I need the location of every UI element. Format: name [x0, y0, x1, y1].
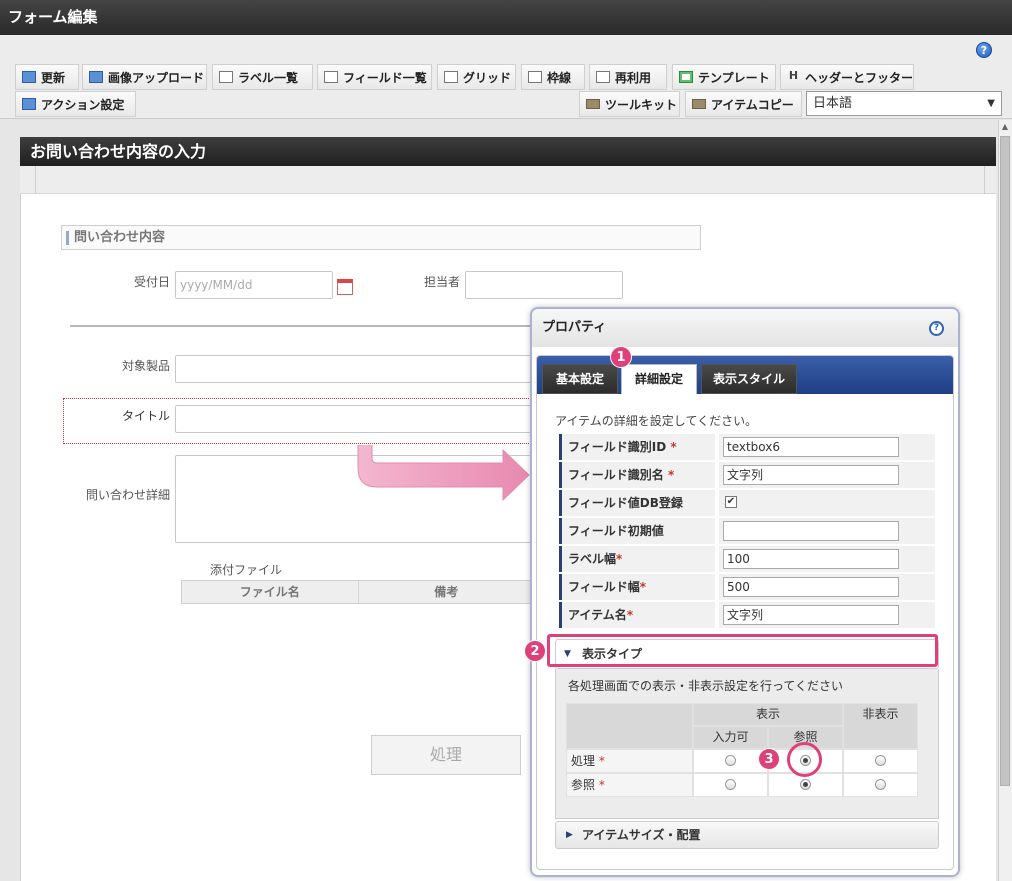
help-icon[interactable]: ? — [929, 321, 944, 336]
db-register-checkbox[interactable]: ✔ — [725, 496, 737, 508]
reuse-button[interactable]: 再利用 — [589, 64, 667, 90]
image-icon — [89, 71, 103, 83]
radio-reference-input[interactable] — [725, 779, 736, 790]
column-filename: ファイル名 — [182, 581, 359, 603]
action-settings-button[interactable]: アクション設定 — [15, 91, 136, 117]
tab-detail[interactable]: 詳細設定 — [621, 364, 697, 394]
list-icon — [219, 71, 233, 83]
radio-process-hidden[interactable] — [875, 755, 886, 766]
initial-value-input[interactable] — [723, 521, 899, 541]
product-label: 対象製品 — [121, 359, 170, 373]
tab-basic[interactable]: 基本設定 — [542, 364, 618, 394]
border-button[interactable]: 枠線 — [521, 64, 585, 90]
scrollbar-thumb[interactable] — [1000, 136, 1010, 786]
attachment-label: 添付ファイル — [210, 563, 283, 577]
input-allowed-header: 入力可 — [693, 726, 768, 749]
label-list-button[interactable]: ラベル一覧 — [212, 64, 313, 90]
header-icon: H — [788, 69, 799, 82]
label-width-input[interactable]: 100 — [723, 549, 899, 569]
prop-row-field-id: フィールド識別ID * textbox6 — [559, 434, 935, 460]
assignee-input[interactable] — [465, 271, 623, 299]
prop-row-field-name: フィールド識別名 * 文字列 — [559, 462, 935, 488]
copy-icon — [692, 99, 706, 109]
callout-highlight-radio — [787, 742, 822, 777]
template-button[interactable]: テンプレート — [672, 64, 776, 90]
prop-row-initial-value: フィールド初期値 — [559, 518, 935, 544]
item-copy-button[interactable]: アイテムコピー — [685, 91, 802, 117]
item-size-toggle[interactable]: ▶ アイテムサイズ・配置 — [555, 821, 939, 849]
product-input[interactable] — [175, 355, 535, 383]
divider — [70, 325, 540, 327]
image-upload-button[interactable]: 画像アップロード — [82, 64, 207, 90]
scroll-up-icon[interactable]: ▲ — [999, 122, 1011, 134]
tab-bar: 基本設定 詳細設定 表示スタイル — [537, 356, 953, 394]
tab-display-style[interactable]: 表示スタイル — [701, 364, 797, 394]
action-icon — [22, 98, 36, 110]
column-note: 備考 — [359, 581, 535, 603]
field-id-input[interactable]: textbox6 — [723, 437, 899, 457]
arrow-icon — [357, 445, 530, 502]
update-button[interactable]: 更新 — [15, 64, 79, 90]
properties-title: プロパティ — [532, 309, 958, 347]
section-title: 問い合わせ内容 — [61, 225, 701, 250]
callout-highlight-display-type — [547, 634, 938, 667]
radio-reference-hidden[interactable] — [875, 779, 886, 790]
form-subbar — [20, 166, 996, 194]
process-button[interactable]: 処理 — [371, 735, 521, 775]
prop-row-field-width: フィールド幅* 500 — [559, 574, 935, 600]
callout-badge-2: 2 — [524, 640, 546, 662]
assignee-label: 担当者 — [423, 275, 460, 289]
refresh-icon — [22, 71, 36, 83]
prop-row-db-register: フィールド値DB登録 ✔ — [559, 490, 935, 516]
grid-icon — [444, 71, 458, 83]
toolkit-button[interactable]: ツールキット — [579, 91, 680, 117]
detail-label: 問い合わせ詳細 — [85, 488, 170, 502]
received-date-input[interactable]: yyyy/MM/dd — [175, 271, 333, 299]
field-width-input[interactable]: 500 — [723, 577, 899, 597]
calendar-icon[interactable] — [337, 279, 353, 295]
field-list-button[interactable]: フィールド一覧 — [317, 64, 432, 90]
title-label: タイトル — [121, 409, 170, 423]
template-icon — [679, 71, 693, 83]
received-date-label: 受付日 — [133, 275, 170, 289]
help-icon[interactable]: ? — [976, 42, 992, 58]
callout-badge-3: 3 — [758, 748, 780, 770]
document-icon — [596, 71, 610, 83]
prop-row-item-name: アイテム名* 文字列 — [559, 602, 935, 628]
radio-process-input[interactable] — [725, 755, 736, 766]
hide-header: 非表示 — [843, 703, 918, 749]
title-input[interactable] — [175, 405, 535, 433]
row-reference-label: 参照 * — [566, 773, 693, 797]
item-name-input[interactable]: 文字列 — [723, 605, 899, 625]
radio-reference-reference[interactable] — [800, 779, 811, 790]
attachment-table-header: ファイル名 備考 — [181, 580, 536, 604]
callout-badge-1: 1 — [610, 346, 632, 368]
properties-description: アイテムの詳細を設定してください。 — [555, 414, 758, 428]
window-title: フォーム編集 — [0, 0, 1012, 35]
row-process-label: 処理 * — [566, 749, 693, 773]
display-type-body: 各処理画面での表示・非表示設定を行ってください 表示 非表示 入力可 参照 処理… — [555, 669, 939, 819]
toolkit-icon — [586, 99, 600, 109]
properties-panel: プロパティ ? 基本設定 詳細設定 表示スタイル アイテムの詳細を設定してくださ… — [530, 307, 960, 877]
triangle-right-icon: ▶ — [566, 830, 573, 840]
properties-body: 基本設定 詳細設定 表示スタイル アイテムの詳細を設定してください。 フィールド… — [536, 355, 954, 870]
display-type-description: 各処理画面での表示・非表示設定を行ってください — [568, 679, 844, 693]
form-header: お問い合わせ内容の入力 — [20, 137, 996, 166]
header-footer-button[interactable]: H ヘッダーとフッター — [780, 64, 914, 90]
field-name-input[interactable]: 文字列 — [723, 465, 899, 485]
border-icon — [528, 71, 542, 83]
field-icon — [324, 71, 338, 83]
chevron-down-icon: ▼ — [987, 98, 995, 109]
grid-button[interactable]: グリッド — [437, 64, 516, 90]
show-header: 表示 — [693, 703, 843, 726]
language-select[interactable]: 日本語 ▼ — [806, 91, 1002, 116]
prop-row-label-width: ラベル幅* 100 — [559, 546, 935, 572]
